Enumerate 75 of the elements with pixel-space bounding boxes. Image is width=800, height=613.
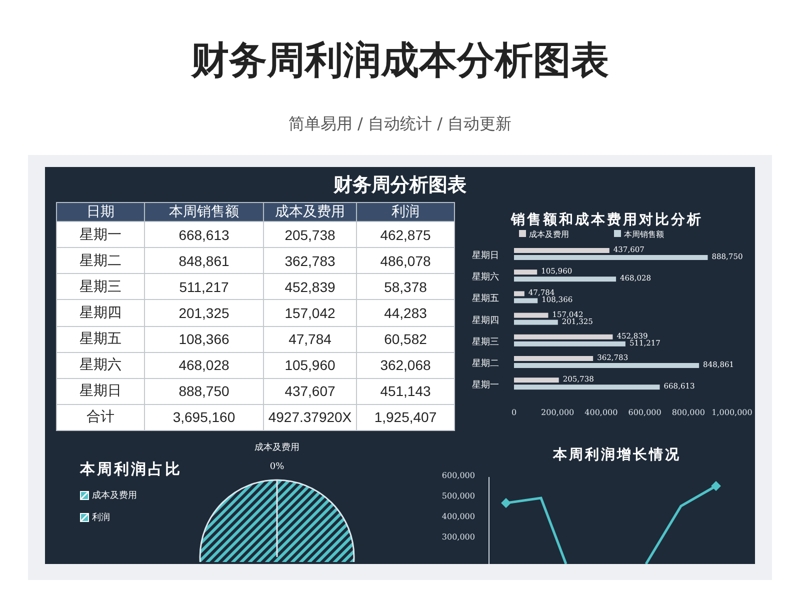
table-cell: 星期二 bbox=[56, 248, 144, 274]
table-cell: 451,143 bbox=[356, 378, 454, 404]
legend-label: 本周销售额 bbox=[624, 230, 664, 239]
y-axis-label: 400,000 bbox=[442, 512, 475, 521]
bar bbox=[514, 291, 524, 296]
table-cell: 362,783 bbox=[264, 248, 356, 274]
table-cell: 4927.37920X bbox=[264, 404, 356, 430]
axis-tick-label: 600,000 bbox=[628, 408, 662, 417]
column-header: 利润 bbox=[356, 202, 454, 222]
dashboard-title: 财务周分析图表 bbox=[334, 172, 466, 198]
table-cell: 888,750 bbox=[144, 378, 264, 404]
table-cell: 486,078 bbox=[356, 248, 454, 274]
chart-title: 本周利润增长情况 bbox=[553, 447, 681, 463]
page-subtitle: 简单易用 / 自动统计 / 自动更新 bbox=[287, 113, 513, 135]
table-cell: 437,607 bbox=[264, 378, 356, 404]
table-cell: 462,875 bbox=[356, 222, 454, 248]
table-cell: 668,613 bbox=[144, 222, 264, 248]
table-cell: 60,582 bbox=[356, 326, 454, 352]
bar bbox=[514, 298, 538, 304]
column-header: 本周销售额 bbox=[144, 202, 264, 222]
axis-tick-label: 400,000 bbox=[584, 408, 618, 417]
column-header: 成本及费用 bbox=[264, 202, 356, 222]
y-axis-label: 300,000 bbox=[442, 532, 475, 542]
hatch-swatch-icon bbox=[80, 491, 89, 500]
table-cell: 157,042 bbox=[264, 300, 356, 326]
table-cell: 星期日 bbox=[56, 378, 144, 404]
axis-tick-label: 200,000 bbox=[541, 408, 574, 417]
legend-label: 成本及费用 bbox=[92, 490, 137, 502]
category-label: 星期五 bbox=[472, 294, 499, 304]
y-axis-label: 600,000 bbox=[442, 471, 475, 480]
category-label: 星期二 bbox=[472, 359, 499, 369]
table-cell: 星期五 bbox=[56, 326, 144, 352]
table-cell: 合计 bbox=[56, 404, 144, 430]
axis-tick-label: 800,000 bbox=[672, 408, 705, 417]
legend-label: 利润 bbox=[92, 512, 110, 524]
table-cell: 848,861 bbox=[144, 248, 264, 274]
slice-value: 0% bbox=[270, 462, 284, 472]
bar bbox=[514, 270, 538, 275]
category-label: 星期四 bbox=[472, 316, 499, 326]
table-cell: 105,960 bbox=[264, 352, 356, 378]
table-cell: 58,378 bbox=[356, 274, 454, 300]
table-cell: 44,283 bbox=[356, 300, 454, 326]
column-header: 日期 bbox=[56, 202, 144, 222]
table-cell: 205,738 bbox=[264, 222, 356, 248]
table-cell: 47,784 bbox=[264, 326, 356, 352]
table-cell: 1,925,407 bbox=[356, 404, 454, 430]
table-cell: 452,839 bbox=[264, 274, 356, 300]
chart-title: 销售额和成本费用对比分析 bbox=[511, 212, 703, 228]
page-title: 财务周利润成本分析图表 bbox=[190, 37, 610, 84]
category-label: 星期六 bbox=[472, 272, 499, 283]
category-label: 星期一 bbox=[472, 380, 499, 391]
table-cell: 星期六 bbox=[56, 352, 144, 378]
table-cell: 星期一 bbox=[56, 222, 144, 248]
table-cell: 468,028 bbox=[144, 352, 264, 378]
bar bbox=[514, 320, 558, 325]
y-axis-label: 500,000 bbox=[442, 492, 475, 500]
legend-swatch bbox=[519, 230, 526, 237]
axis-tick-label: 1,000,000 bbox=[712, 408, 752, 417]
bar bbox=[514, 312, 548, 318]
legend-label: 成本及费用 bbox=[529, 230, 569, 239]
table-cell: 108,366 bbox=[144, 326, 264, 352]
chart-title: 本周利润占比 bbox=[80, 460, 183, 479]
slice-label: 成本及费用 bbox=[254, 442, 300, 454]
legend-swatch bbox=[614, 230, 621, 237]
axis-tick-label: 0 bbox=[511, 408, 517, 417]
table-cell: 星期三 bbox=[56, 274, 144, 300]
table-cell: 511,217 bbox=[144, 274, 264, 300]
category-label: 星期日 bbox=[472, 251, 499, 261]
table-cell: 星期四 bbox=[56, 300, 144, 326]
bar bbox=[514, 378, 559, 383]
table-cell: 362,068 bbox=[356, 352, 454, 378]
table-cell: 201,325 bbox=[144, 300, 264, 326]
category-label: 星期三 bbox=[472, 337, 499, 348]
table-cell: 3,695,160 bbox=[144, 404, 264, 430]
hatch-swatch-icon bbox=[80, 513, 89, 522]
